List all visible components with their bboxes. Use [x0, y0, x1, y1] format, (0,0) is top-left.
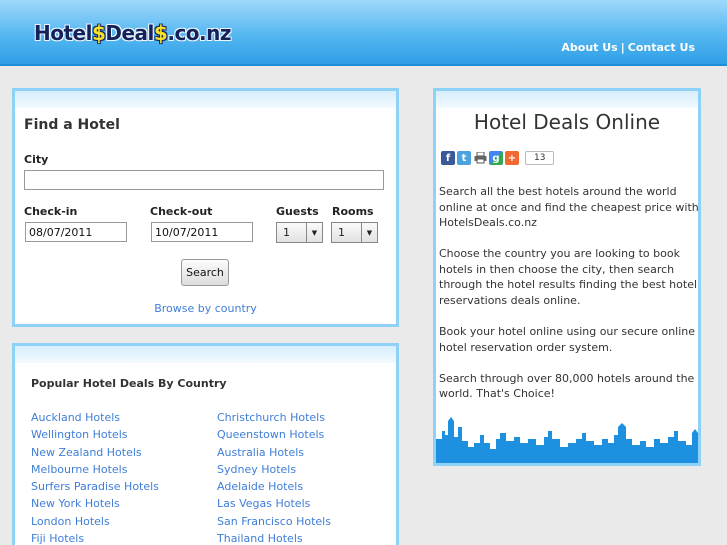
guests-value: 1	[283, 226, 290, 239]
checkin-label: Check-in	[24, 205, 78, 218]
country-link[interactable]: New York Hotels	[31, 495, 159, 512]
rooms-value: 1	[338, 226, 345, 239]
facebook-icon[interactable]: f	[441, 151, 455, 165]
deals-description: Search all the best hotels around the wo…	[439, 184, 699, 418]
contact-us-link[interactable]: Contact Us	[628, 41, 695, 54]
country-link[interactable]: Wellington Hotels	[31, 426, 159, 443]
panel-header-band	[436, 91, 698, 108]
deals-paragraph: Choose the country you are looking to bo…	[439, 247, 698, 308]
checkin-input[interactable]	[25, 222, 127, 242]
country-link[interactable]: New Zealand Hotels	[31, 444, 159, 461]
deals-paragraph: Book your hotel online using our secure …	[439, 325, 696, 354]
deals-paragraph: Search through over 80,000 hotels around…	[439, 371, 695, 401]
popular-countries-title: Popular Hotel Deals By Country	[31, 377, 227, 390]
google-icon[interactable]: g	[489, 151, 503, 165]
browse-by-country-link[interactable]: Browse by country	[15, 302, 396, 315]
country-link[interactable]: Auckland Hotels	[31, 409, 159, 426]
popular-countries-panel: Popular Hotel Deals By Country Auckland …	[12, 343, 399, 545]
logo-dollar-2: $	[153, 21, 168, 45]
share-bar: f t g + 13	[441, 151, 555, 165]
city-input[interactable]	[24, 170, 384, 190]
about-us-link[interactable]: About Us	[561, 41, 617, 54]
top-nav: About Us | Contact Us	[561, 41, 695, 54]
country-link[interactable]: Thailand Hotels	[217, 530, 331, 545]
country-link[interactable]: Sydney Hotels	[217, 461, 331, 478]
country-link[interactable]: Adelaide Hotels	[217, 478, 331, 495]
deals-paragraph: Search all the best hotels around the wo…	[439, 185, 699, 230]
panel-header-band	[15, 91, 396, 108]
site-logo[interactable]: Hotel $ Deal $ .co.nz	[34, 20, 232, 46]
country-link[interactable]: Melbourne Hotels	[31, 461, 159, 478]
logo-text-domain: .co.nz	[167, 21, 232, 45]
country-list-left: Auckland Hotels Wellington Hotels New Ze…	[31, 409, 159, 545]
guests-select[interactable]: 1 ▼	[276, 222, 323, 243]
country-link[interactable]: Christchurch Hotels	[217, 409, 331, 426]
checkout-input[interactable]	[151, 222, 253, 242]
rooms-label: Rooms	[332, 205, 374, 218]
site-header: Hotel $ Deal $ .co.nz About Us | Contact…	[0, 0, 727, 66]
hotel-deals-panel: Hotel Deals Online f t g + 13 Search all…	[433, 88, 701, 466]
find-hotel-panel: Find a Hotel City Check-in Check-out Gue…	[12, 88, 399, 327]
rooms-select[interactable]: 1 ▼	[331, 222, 378, 243]
share-count: 13	[525, 151, 555, 165]
city-skyline-image	[436, 413, 698, 463]
logo-text-deal: Deal	[105, 21, 154, 45]
nav-separator: |	[620, 41, 625, 54]
chevron-down-icon: ▼	[361, 223, 377, 242]
logo-dollar-1: $	[91, 21, 106, 45]
country-link[interactable]: Australia Hotels	[217, 444, 331, 461]
country-link[interactable]: London Hotels	[31, 513, 159, 530]
country-link[interactable]: Surfers Paradise Hotels	[31, 478, 159, 495]
addthis-icon[interactable]: +	[505, 151, 519, 165]
panel-header-band	[15, 346, 396, 363]
twitter-icon[interactable]: t	[457, 151, 471, 165]
checkout-label: Check-out	[150, 205, 213, 218]
city-label: City	[24, 153, 49, 166]
logo-text-hotel: Hotel	[34, 21, 92, 45]
print-icon[interactable]	[473, 151, 487, 165]
find-hotel-title: Find a Hotel	[24, 117, 120, 133]
country-link[interactable]: Queenstown Hotels	[217, 426, 331, 443]
hotel-deals-title: Hotel Deals Online	[473, 110, 661, 134]
guests-label: Guests	[276, 205, 319, 218]
country-link[interactable]: Fiji Hotels	[31, 530, 159, 545]
country-link[interactable]: Las Vegas Hotels	[217, 495, 331, 512]
search-button[interactable]: Search	[181, 259, 229, 286]
country-list-right: Christchurch Hotels Queenstown Hotels Au…	[217, 409, 331, 545]
chevron-down-icon: ▼	[306, 223, 322, 242]
country-link[interactable]: San Francisco Hotels	[217, 513, 331, 530]
